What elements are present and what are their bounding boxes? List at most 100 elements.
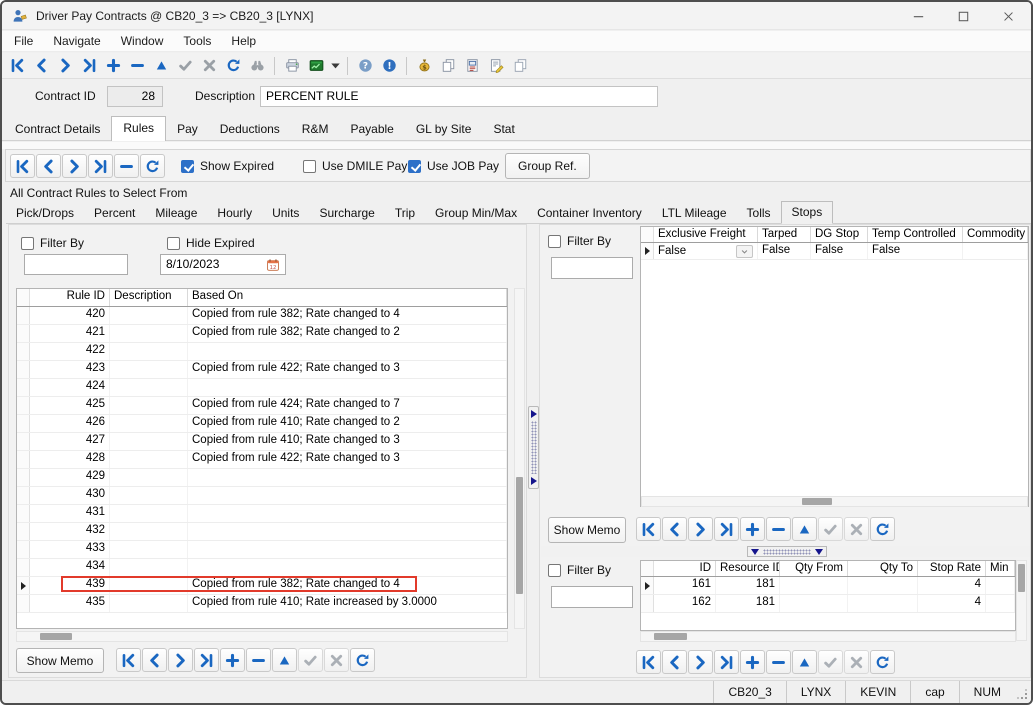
use-dmile-pay-checkbox[interactable]: Use DMILE Pay (303, 159, 407, 173)
last-button[interactable] (194, 648, 219, 672)
stop-rates-grid-vertical-scrollbar[interactable] (1016, 560, 1027, 641)
last-button[interactable] (77, 55, 101, 77)
calendar-icon[interactable]: 12 (266, 258, 280, 272)
splitter-grip[interactable] (531, 421, 537, 474)
scrollbar-thumb[interactable] (802, 498, 832, 505)
delete-button[interactable] (125, 55, 149, 77)
menu-item[interactable]: Window (111, 31, 174, 51)
column-header-exclusive-freight[interactable]: Exclusive Freight (654, 227, 758, 242)
maximize-button[interactable] (941, 2, 986, 30)
filter-input[interactable] (551, 257, 633, 279)
first-button[interactable] (636, 517, 661, 541)
scrollbar-thumb[interactable] (654, 633, 687, 640)
rule-type-tab[interactable]: Percent (84, 203, 145, 223)
refresh-button[interactable] (870, 517, 895, 541)
rules-grid-row[interactable]: 428 Copied from rule 422; Rate changed t… (17, 451, 507, 469)
rule-type-tab[interactable]: Units (262, 203, 309, 223)
rules-grid-row[interactable]: 433 (17, 541, 507, 559)
edit-doc-button[interactable] (484, 55, 508, 77)
rules-grid-row[interactable]: 434 (17, 559, 507, 577)
rule-type-tab[interactable]: Stops (781, 201, 834, 224)
rule-type-tab[interactable]: Pick/Drops (6, 203, 84, 223)
insert-button[interactable] (740, 517, 765, 541)
rules-grid-vertical-scrollbar[interactable] (514, 288, 525, 629)
cancel-button[interactable] (324, 648, 349, 672)
column-header-based-on[interactable]: Based On (188, 289, 507, 306)
expiry-date-field[interactable]: 8/10/2023 12 (160, 254, 286, 275)
rules-grid-row[interactable]: 431 (17, 505, 507, 523)
show-memo-button[interactable]: Show Memo (548, 517, 626, 543)
screen-button[interactable] (304, 55, 328, 77)
column-header-commodity-class[interactable]: Commodity Clas (963, 227, 1028, 242)
column-header-dg-stop[interactable]: DG Stop (811, 227, 868, 242)
edit-button[interactable] (792, 517, 817, 541)
splitter-arrow-icon[interactable] (815, 549, 823, 555)
refresh-button[interactable] (350, 648, 375, 672)
prior-button[interactable] (662, 650, 687, 674)
splitter-arrow-icon[interactable] (531, 410, 537, 418)
copy-button[interactable] (436, 55, 460, 77)
next-button[interactable] (688, 517, 713, 541)
edit-button[interactable] (792, 650, 817, 674)
rule-type-tab[interactable]: LTL Mileage (652, 203, 737, 223)
column-header-qty-from[interactable]: Qty From (780, 561, 848, 576)
column-header-resource-id[interactable]: Resource ID (716, 561, 780, 576)
filter-by-checkbox[interactable]: Filter By (21, 236, 84, 250)
rules-grid-row[interactable]: 426 Copied from rule 410; Rate changed t… (17, 415, 507, 433)
main-tab[interactable]: Deductions (209, 118, 291, 140)
next-button[interactable] (168, 648, 193, 672)
first-button[interactable] (116, 648, 141, 672)
next-button[interactable] (53, 55, 77, 77)
menu-item[interactable]: File (4, 31, 43, 51)
scrollbar-thumb[interactable] (516, 477, 523, 594)
next-button[interactable] (688, 650, 713, 674)
horizontal-splitter[interactable] (541, 546, 1030, 557)
filter-input[interactable] (24, 254, 128, 275)
rules-grid-row[interactable]: 429 (17, 469, 507, 487)
column-header-description[interactable]: Description (110, 289, 188, 306)
rule-type-tab[interactable]: Tolls (737, 203, 781, 223)
rules-grid-row[interactable]: 427 Copied from rule 410; Rate changed t… (17, 433, 507, 451)
stop-rates-grid-row[interactable]: 161 181 4 (641, 577, 1015, 595)
splitter-grip[interactable] (763, 549, 811, 555)
column-header-stop-rate[interactable]: Stop Rate (918, 561, 986, 576)
refresh-button[interactable] (140, 154, 165, 178)
rules-grid-horizontal-scrollbar[interactable] (16, 631, 508, 642)
stops-grid-horizontal-scrollbar[interactable] (641, 496, 1028, 507)
scrollbar-thumb[interactable] (40, 633, 72, 640)
prior-button[interactable] (36, 154, 61, 178)
stop-rates-grid-horizontal-scrollbar[interactable] (640, 631, 1016, 642)
binoculars-button[interactable] (245, 55, 269, 77)
splitter-handle[interactable] (747, 546, 827, 557)
refresh-button[interactable] (870, 650, 895, 674)
rule-type-tab[interactable]: Group Min/Max (425, 203, 527, 223)
close-button[interactable] (986, 2, 1031, 30)
vertical-splitter[interactable] (528, 406, 539, 489)
prior-button[interactable] (29, 55, 53, 77)
show-memo-button[interactable]: Show Memo (16, 648, 104, 673)
first-button[interactable] (5, 55, 29, 77)
scrollbar-thumb[interactable] (1018, 564, 1025, 592)
print-button[interactable] (280, 55, 304, 77)
column-header-qty-to[interactable]: Qty To (848, 561, 918, 576)
prior-button[interactable] (142, 648, 167, 672)
show-expired-checkbox[interactable]: Show Expired (181, 159, 274, 173)
rules-grid-row[interactable]: 422 (17, 343, 507, 361)
rules-grid-row[interactable]: 439 Copied from rule 382; Rate changed t… (17, 577, 507, 595)
post-button[interactable] (298, 648, 323, 672)
info-button[interactable]: ! (377, 55, 401, 77)
last-button[interactable] (714, 650, 739, 674)
hide-expired-checkbox[interactable]: Hide Expired (167, 236, 255, 250)
rules-grid-row[interactable]: 432 (17, 523, 507, 541)
filter-by-checkbox[interactable]: Filter By (548, 234, 611, 248)
insert-button[interactable] (220, 648, 245, 672)
dropdown-button[interactable] (328, 55, 342, 77)
splitter-arrow-icon[interactable] (531, 477, 537, 485)
main-tab[interactable]: Pay (166, 118, 209, 140)
cancel-button[interactable] (844, 650, 869, 674)
menu-item[interactable]: Help (221, 31, 266, 51)
insert-button[interactable] (740, 650, 765, 674)
main-tab[interactable]: Stat (482, 118, 525, 140)
money-button[interactable]: $ (412, 55, 436, 77)
column-header-min[interactable]: Min (986, 561, 1015, 576)
